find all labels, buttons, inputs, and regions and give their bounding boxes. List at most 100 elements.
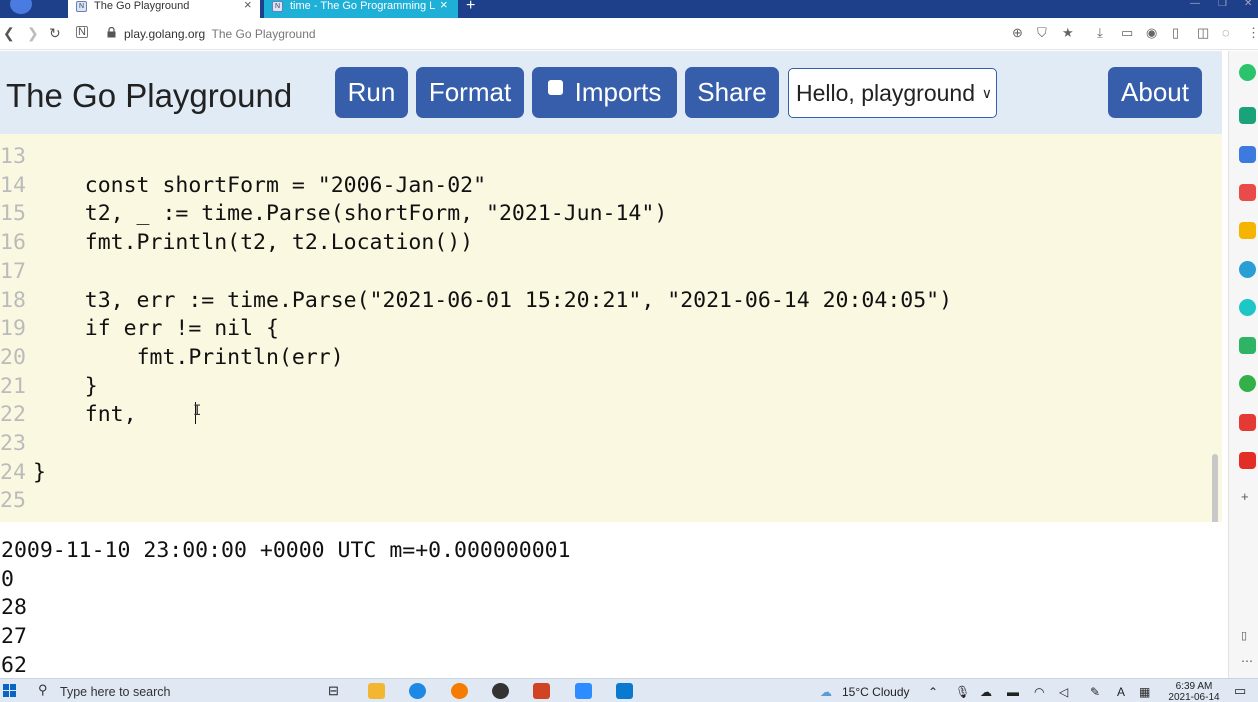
- new-tab-button[interactable]: +: [466, 0, 475, 15]
- windows-taskbar: ⚲ Type here to search ⊟ ☁ 15°C Cloudy ⌃ …: [0, 678, 1258, 702]
- menu-icon[interactable]: ⋮: [1247, 25, 1258, 41]
- tab-close-icon[interactable]: ×: [440, 0, 448, 11]
- forward-icon[interactable]: ❯: [27, 25, 39, 42]
- tray-chevron-up-icon[interactable]: ⌃: [928, 685, 938, 699]
- sidebar-edge-icon[interactable]: [1239, 261, 1256, 278]
- sidebar-wechat-icon[interactable]: [1239, 337, 1256, 354]
- tab-title: time - The Go Programming La: [290, 0, 435, 12]
- share-button[interactable]: Share: [685, 67, 779, 118]
- language-icon[interactable]: A: [1117, 685, 1125, 699]
- sidebar-youtube-icon[interactable]: [1239, 452, 1256, 469]
- taskbar-search[interactable]: ⚲ Type here to search: [30, 679, 315, 702]
- shield-icon[interactable]: ⛉: [1037, 25, 1047, 41]
- code-text: const shortForm = "2006-Jan-02": [33, 172, 487, 198]
- weather-icon[interactable]: ☁: [820, 685, 832, 699]
- code-text: }: [33, 459, 46, 485]
- taskbar-clock[interactable]: 6:39 AM 2021-06-14: [1164, 681, 1224, 702]
- windows-start-icon[interactable]: [3, 684, 17, 698]
- search-icon: ⚲: [38, 682, 48, 697]
- program-output: 2009-11-10 23:00:00 +0000 UTC m=+0.00000…: [0, 522, 1225, 678]
- sidebar-star-icon[interactable]: [1239, 222, 1256, 239]
- video-icon[interactable]: ▭: [1121, 25, 1133, 41]
- line-number: 17: [0, 258, 26, 284]
- about-button[interactable]: About: [1108, 67, 1202, 118]
- file-explorer-icon[interactable]: [368, 683, 385, 699]
- line-number: 16: [0, 230, 26, 256]
- code-editor[interactable]: I 13 14 const shortForm = "2006-Jan-02" 15…: [0, 134, 1222, 522]
- code-line[interactable]: 13: [0, 142, 1210, 171]
- split-view-icon[interactable]: ◫: [1197, 25, 1209, 41]
- tab-time-docs[interactable]: N time - The Go Programming La ×: [264, 0, 458, 18]
- sidebar-panel-icon[interactable]: ▯: [1241, 629, 1247, 642]
- reader-mode-icon[interactable]: N: [76, 26, 88, 38]
- editor-scrollbar[interactable]: [1212, 454, 1218, 522]
- restore-icon[interactable]: ❐: [1218, 0, 1227, 9]
- notification-icon[interactable]: ▭: [1234, 683, 1246, 699]
- code-line[interactable]: 21 }: [0, 372, 1210, 401]
- camera-icon[interactable]: ◉: [1146, 25, 1157, 41]
- code-line[interactable]: 25: [0, 486, 1210, 515]
- sidebar-news-icon[interactable]: [1239, 414, 1256, 431]
- volume-icon[interactable]: ◁: [1059, 685, 1068, 699]
- minimize-icon[interactable]: —: [1190, 0, 1200, 9]
- clock-time: 6:39 AM: [1175, 681, 1213, 692]
- code-line[interactable]: 14 const shortForm = "2006-Jan-02": [0, 171, 1210, 200]
- powerpoint-icon[interactable]: [533, 683, 550, 699]
- imports-toggle[interactable]: Imports: [532, 67, 677, 118]
- code-line[interactable]: 19 if err != nil {: [0, 314, 1210, 343]
- code-line[interactable]: 24}: [0, 458, 1210, 487]
- code-line[interactable]: 20 fmt.Println(err): [0, 343, 1210, 372]
- imports-checkbox[interactable]: [547, 80, 563, 95]
- sidebar-more-icon[interactable]: ⋯: [1241, 654, 1253, 668]
- code-line[interactable]: 18 t3, err := time.Parse("2021-06-01 15:…: [0, 286, 1210, 315]
- code-line[interactable]: 15 t2, _ := time.Parse(shortForm, "2021-…: [0, 199, 1210, 228]
- sidebar-chat-icon[interactable]: [1239, 107, 1256, 124]
- zoom-icon[interactable]: ⊕: [1012, 25, 1023, 41]
- battery-icon[interactable]: ▬: [1007, 685, 1019, 699]
- task-view-icon[interactable]: ⊟: [328, 683, 339, 699]
- browser-logo-icon[interactable]: [10, 0, 32, 14]
- playground-header: The Go Playground Run Format Imports Sha…: [0, 51, 1222, 134]
- format-button[interactable]: Format: [416, 67, 524, 118]
- sidebar-app-icon[interactable]: [1239, 64, 1256, 81]
- run-button[interactable]: Run: [335, 67, 408, 118]
- page-title: The Go Playground: [6, 77, 293, 114]
- sidebar-toggle-icon[interactable]: ▯: [1172, 25, 1179, 41]
- sidebar-play-icon[interactable]: [1239, 299, 1256, 316]
- lock-icon[interactable]: [107, 27, 116, 38]
- ubuntu-icon[interactable]: [451, 683, 468, 699]
- code-line[interactable]: 17: [0, 257, 1210, 286]
- back-icon[interactable]: ❮: [3, 25, 15, 42]
- microphone-icon[interactable]: 🎙: [955, 685, 970, 699]
- imports-label: Imports: [574, 77, 662, 107]
- zoom-app-icon[interactable]: [575, 683, 592, 699]
- sidebar-green-icon[interactable]: [1239, 375, 1256, 392]
- window-close-icon[interactable]: ✕: [1244, 0, 1252, 9]
- code-line[interactable]: 22 fnt,: [0, 400, 1210, 429]
- taskbar-search-placeholder: Type here to search: [60, 685, 171, 699]
- sidebar-calendar-icon[interactable]: [1239, 146, 1256, 163]
- code-line[interactable]: 16 fmt.Println(t2, t2.Location()): [0, 228, 1210, 257]
- pen-icon[interactable]: ✎: [1090, 685, 1100, 699]
- star-icon[interactable]: ★: [1062, 25, 1074, 41]
- download-icon[interactable]: ⤓: [1097, 25, 1103, 41]
- ime-icon[interactable]: ▦: [1139, 685, 1150, 699]
- vscode-icon[interactable]: [616, 683, 633, 699]
- tab-close-icon[interactable]: ×: [244, 0, 252, 11]
- sidebar-add-icon[interactable]: +: [1241, 489, 1249, 504]
- reload-icon[interactable]: ↻: [49, 25, 61, 42]
- obs-icon[interactable]: [492, 683, 509, 699]
- example-select[interactable]: Hello, playground ∨: [788, 68, 997, 118]
- url-field[interactable]: play.golang.org The Go Playground: [124, 27, 316, 41]
- sidebar-pocket-icon[interactable]: [1239, 184, 1256, 201]
- wifi-icon[interactable]: ◠: [1034, 685, 1044, 699]
- code-text: fmt.Println(t2, t2.Location()): [33, 230, 474, 256]
- browser-taskbar-icon[interactable]: [409, 683, 426, 699]
- weather-text[interactable]: 15°C Cloudy: [842, 685, 910, 699]
- tab-go-playground[interactable]: N The Go Playground ×: [68, 0, 260, 18]
- line-number: 23: [0, 431, 26, 456]
- profile-icon[interactable]: ◌: [1222, 25, 1230, 40]
- output-line: 27: [1, 624, 27, 650]
- onedrive-icon[interactable]: ☁: [980, 685, 992, 699]
- code-line[interactable]: 23: [0, 429, 1210, 458]
